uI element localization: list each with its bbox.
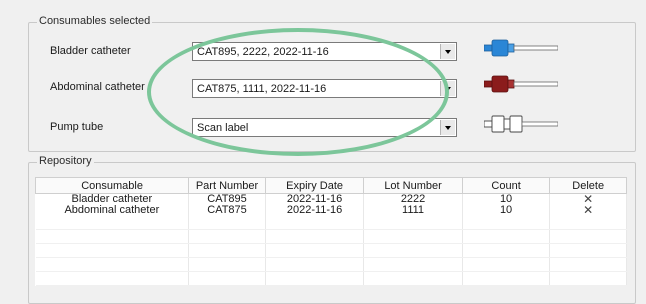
empty-row (35, 257, 627, 272)
column-header-expiry-date[interactable]: Expiry Date (264, 177, 365, 194)
cell-count: 10 (462, 205, 551, 216)
table-row[interactable]: Abdominal catheter CAT875 2022-11-16 111… (35, 205, 627, 216)
bladder-catheter-value: CAT895, 2222, 2022-11-16 (197, 46, 329, 58)
delete-icon[interactable]: ✕ (549, 193, 627, 205)
cell-consumable: Bladder catheter (35, 193, 190, 205)
empty-row (35, 216, 627, 230)
column-header-consumable[interactable]: Consumable (34, 177, 190, 194)
cell-lot-number: 1111 (363, 205, 463, 216)
column-header-lot-number[interactable]: Lot Number (363, 177, 463, 194)
pump-tube-select[interactable]: Scan label (192, 118, 457, 137)
chevron-down-icon (445, 87, 451, 91)
pump-tube-label: Pump tube (50, 121, 104, 133)
cell-expiry-date: 2022-11-16 (265, 205, 365, 216)
delete-icon[interactable]: ✕ (549, 205, 627, 216)
abdominal-catheter-dropdown-button[interactable] (440, 81, 455, 96)
cell-lot-number: 2222 (363, 193, 463, 205)
bladder-catheter-select[interactable]: CAT895, 2222, 2022-11-16 (192, 42, 457, 61)
table-row[interactable]: Bladder catheter CAT895 2022-11-16 2222 … (35, 193, 627, 205)
chevron-down-icon (445, 126, 451, 130)
bladder-connector-icon (484, 39, 558, 57)
column-header-part-number[interactable]: Part Number (188, 177, 266, 194)
abdominal-connector-icon (484, 75, 558, 93)
column-header-delete[interactable]: Delete (549, 177, 627, 194)
abdominal-catheter-value: CAT875, 1111, 2022-11-16 (197, 83, 327, 95)
repository-table: Consumable Part Number Expiry Date Lot N… (34, 177, 627, 286)
column-header-count[interactable]: Count (461, 177, 551, 194)
pump-tube-value: Scan label (197, 122, 249, 134)
consumables-selected-title: Consumables selected (37, 15, 153, 27)
empty-row (35, 271, 627, 286)
empty-row (35, 229, 627, 244)
table-header-row: Consumable Part Number Expiry Date Lot N… (34, 177, 627, 194)
abdominal-catheter-label: Abdominal catheter (50, 81, 145, 93)
consumables-selected-group: Consumables selected Bladder catheter CA… (28, 15, 636, 152)
bladder-catheter-dropdown-button[interactable] (440, 44, 455, 59)
bladder-catheter-label: Bladder catheter (50, 45, 131, 57)
repository-group: Repository Consumable Part Number Expiry… (28, 155, 636, 304)
chevron-down-icon (445, 50, 451, 54)
abdominal-catheter-select[interactable]: CAT875, 1111, 2022-11-16 (192, 79, 457, 98)
pump-tube-connector-icon (484, 115, 558, 133)
repository-title: Repository (37, 155, 94, 167)
cell-part-number: CAT895 (188, 193, 266, 205)
empty-row (35, 243, 627, 258)
cell-count: 10 (462, 193, 551, 205)
cell-expiry-date: 2022-11-16 (265, 193, 365, 205)
pump-tube-dropdown-button[interactable] (440, 120, 455, 135)
cell-part-number: CAT875 (188, 205, 266, 216)
cell-consumable: Abdominal catheter (35, 205, 190, 216)
